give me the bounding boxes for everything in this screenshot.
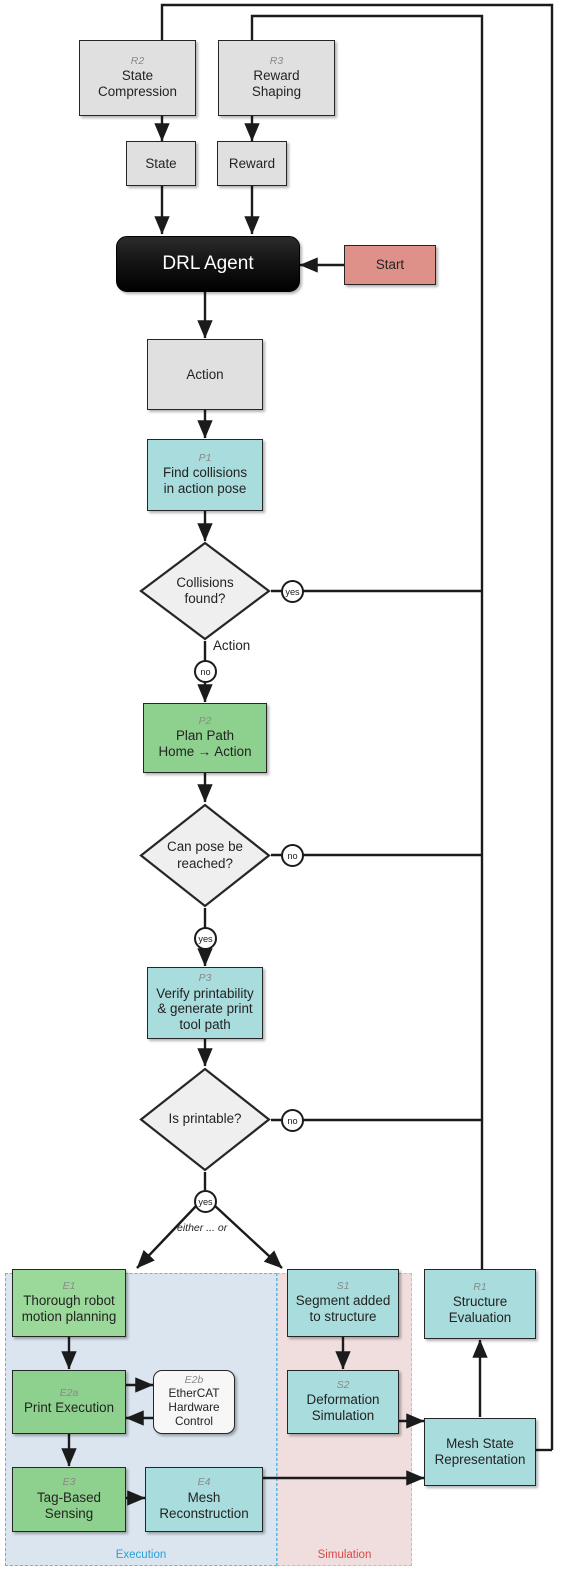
node-tag: E3 <box>62 1476 76 1489</box>
node-label: Thorough robot motion planning <box>21 1293 117 1325</box>
edge-label-collisions-yes: yes <box>281 580 304 603</box>
node-tag: S2 <box>336 1378 350 1391</box>
decision-pose-reachable[interactable]: Can pose be reached? <box>139 803 271 908</box>
node-label: Start <box>375 257 405 273</box>
node-r1-structure-evaluation[interactable]: R1 Structure Evaluation <box>424 1269 536 1339</box>
node-reward[interactable]: Reward <box>217 141 287 186</box>
node-label: Reward Shaping <box>251 68 302 100</box>
node-label: Segment added to structure <box>295 1293 391 1325</box>
node-label: State Compression <box>98 68 177 100</box>
node-e2b-ethercat-control[interactable]: E2b EtherCAT Hardware Control <box>153 1370 235 1434</box>
node-s2-deformation-simulation[interactable]: S2 Deformation Simulation <box>287 1370 399 1434</box>
node-e1-motion-planning[interactable]: E1 Thorough robot motion planning <box>12 1269 126 1337</box>
node-drl-agent[interactable]: DRL Agent <box>116 236 300 292</box>
node-mesh-state-representation[interactable]: Mesh State Representation <box>424 1418 536 1486</box>
node-p3-verify-printability[interactable]: P3 Verify printability & generate print … <box>147 967 263 1039</box>
node-label: Mesh State Representation <box>434 1436 526 1467</box>
node-label: Tag-Based Sensing <box>36 1489 102 1521</box>
decision-label: Collisions found? <box>176 574 234 606</box>
edge-label-action: Action <box>213 638 251 653</box>
node-label: Verify printability & generate print too… <box>156 985 254 1033</box>
panel-execution-label: Execution <box>115 1549 167 1561</box>
node-tag: E2b <box>184 1373 204 1386</box>
node-e3-tag-based-sensing[interactable]: E3 Tag-Based Sensing <box>12 1467 126 1532</box>
node-tag: E4 <box>197 1476 211 1489</box>
node-state[interactable]: State <box>126 141 196 186</box>
node-p1-find-collisions[interactable]: P1 Find collisions in action pose <box>147 439 263 511</box>
edge-label-printable-yes: yes <box>194 1190 217 1213</box>
node-label: Print Execution <box>23 1400 115 1416</box>
node-action[interactable]: Action <box>147 339 263 410</box>
decision-label: Can pose be reached? <box>167 839 243 871</box>
node-reward-shaping[interactable]: R3 Reward Shaping <box>218 40 335 116</box>
edge-label-collisions-no: no <box>194 660 217 683</box>
node-tag: E2a <box>59 1386 79 1399</box>
node-tag: R2 <box>130 54 145 67</box>
edge-label-reachable-no: no <box>281 844 304 867</box>
node-label: Deformation Simulation <box>306 1392 380 1424</box>
decision-label: Is printable? <box>168 1111 242 1127</box>
node-label: State <box>145 155 177 171</box>
node-label: Plan Path Home → Action <box>158 728 252 760</box>
node-tag: P2 <box>198 714 212 727</box>
edge-label-printable-no: no <box>281 1109 304 1132</box>
node-tag: S1 <box>336 1279 350 1292</box>
node-tag: R1 <box>473 1280 487 1293</box>
node-label: Action <box>186 366 224 382</box>
node-e4-mesh-reconstruction[interactable]: E4 Mesh Reconstruction <box>145 1467 263 1532</box>
node-p2-plan-path[interactable]: P2 Plan Path Home → Action <box>143 703 267 773</box>
edge-label-either-or: either ... or <box>177 1222 228 1234</box>
node-label: Find collisions in action pose <box>162 465 248 497</box>
flowchart-canvas: Execution Simulation R2 State Compressio… <box>0 0 566 1575</box>
edge-label-reachable-yes: yes <box>194 927 217 950</box>
node-label: EtherCAT Hardware Control <box>168 1386 220 1429</box>
decision-collisions-found[interactable]: Collisions found? <box>139 541 271 641</box>
node-start[interactable]: Start <box>344 245 436 285</box>
node-tag: E1 <box>62 1279 76 1292</box>
node-label: Structure Evaluation <box>448 1294 512 1326</box>
node-tag: P3 <box>198 972 212 984</box>
node-tag: R3 <box>269 54 284 67</box>
node-state-compression[interactable]: R2 State Compression <box>79 40 196 116</box>
node-label: Reward <box>228 155 276 171</box>
node-label: Mesh Reconstruction <box>159 1489 249 1521</box>
node-label: DRL Agent <box>162 252 254 274</box>
node-e2a-print-execution[interactable]: E2a Print Execution <box>12 1370 126 1434</box>
node-s1-segment-added[interactable]: S1 Segment added to structure <box>287 1269 399 1337</box>
decision-is-printable[interactable]: Is printable? <box>139 1067 271 1172</box>
node-tag: P1 <box>198 451 212 464</box>
panel-simulation-label: Simulation <box>317 1549 372 1561</box>
